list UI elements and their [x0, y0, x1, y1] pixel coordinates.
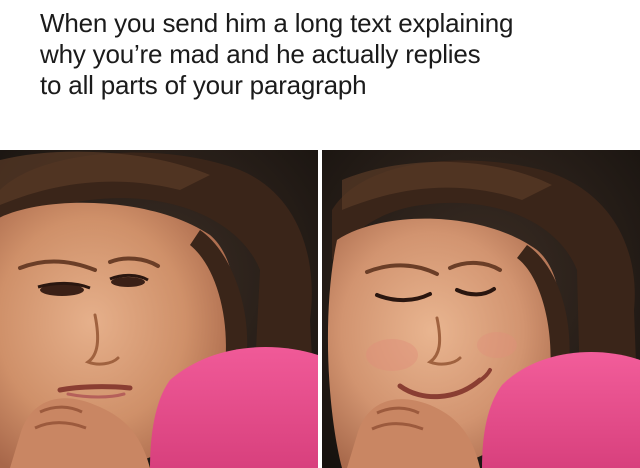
- unimpressed-girl-illustration: [0, 150, 318, 468]
- smirking-girl-illustration: [322, 150, 640, 468]
- meme-panel-smirking: [322, 150, 640, 468]
- meme-panel-unimpressed: [0, 150, 318, 468]
- meme-caption: When you send him a long text explaining…: [40, 8, 514, 100]
